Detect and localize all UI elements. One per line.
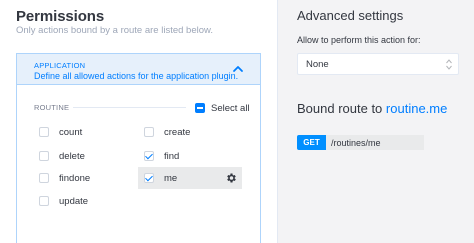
bound-route-title: Bound route to routine.me xyxy=(297,101,447,116)
action-label: update xyxy=(59,195,89,207)
action-label: findone xyxy=(59,172,91,184)
action-checkbox-checked[interactable] xyxy=(144,173,154,183)
plugin-permissions-box: APPLICATION Define all allowed actions f… xyxy=(16,53,261,243)
policy-select-value: None xyxy=(306,59,329,70)
action-checkbox[interactable] xyxy=(39,173,49,183)
action-find[interactable]: find xyxy=(144,145,234,167)
action-delete[interactable]: delete xyxy=(39,145,129,167)
action-label: me xyxy=(164,172,178,184)
allow-action-label: Allow to perform this action for: xyxy=(297,35,421,45)
action-label: create xyxy=(164,126,191,138)
action-me[interactable]: me xyxy=(138,167,242,189)
plugin-name: APPLICATION xyxy=(34,61,86,70)
action-checkbox[interactable] xyxy=(144,127,154,137)
action-label: find xyxy=(164,150,180,162)
bound-route-prefix: Bound route to xyxy=(297,101,383,116)
chevron-up-icon[interactable] xyxy=(232,64,244,74)
advanced-settings-panel: Advanced settings Allow to perform this … xyxy=(277,0,474,243)
action-checkbox-checked[interactable] xyxy=(144,151,154,161)
http-method-badge: GET xyxy=(297,135,326,150)
gear-icon[interactable] xyxy=(225,172,237,184)
bound-route-name: routine.me xyxy=(385,101,448,116)
select-all-label: Select all xyxy=(211,102,250,114)
action-count[interactable]: count xyxy=(39,121,129,143)
controller-section-label: ROUTINE xyxy=(34,103,70,112)
action-findone[interactable]: findone xyxy=(39,167,129,189)
route-path: /routines/me xyxy=(326,135,424,150)
select-all-toggle[interactable]: Select all xyxy=(195,101,250,115)
action-label: count xyxy=(59,126,83,138)
action-checkbox[interactable] xyxy=(39,127,49,137)
plugin-description: Define all allowed actions for the appli… xyxy=(34,71,239,81)
permissions-title: Permissions xyxy=(16,8,105,25)
action-checkbox[interactable] xyxy=(39,196,49,206)
action-label: delete xyxy=(59,150,85,162)
select-arrows-icon xyxy=(446,59,452,70)
policy-select[interactable]: None xyxy=(297,53,459,75)
section-divider xyxy=(73,107,186,108)
action-checkbox[interactable] xyxy=(39,151,49,161)
advanced-settings-title: Advanced settings xyxy=(297,8,404,23)
permissions-panel: Permissions Only actions bound by a rout… xyxy=(0,0,277,243)
action-update[interactable]: update xyxy=(39,190,129,212)
action-create[interactable]: create xyxy=(144,121,234,143)
route-display: GET /routines/me xyxy=(297,135,424,150)
plugin-header[interactable]: APPLICATION Define all allowed actions f… xyxy=(17,54,260,85)
permissions-subtitle: Only actions bound by a route are listed… xyxy=(16,25,213,36)
indeterminate-checkbox-icon[interactable] xyxy=(195,103,205,113)
